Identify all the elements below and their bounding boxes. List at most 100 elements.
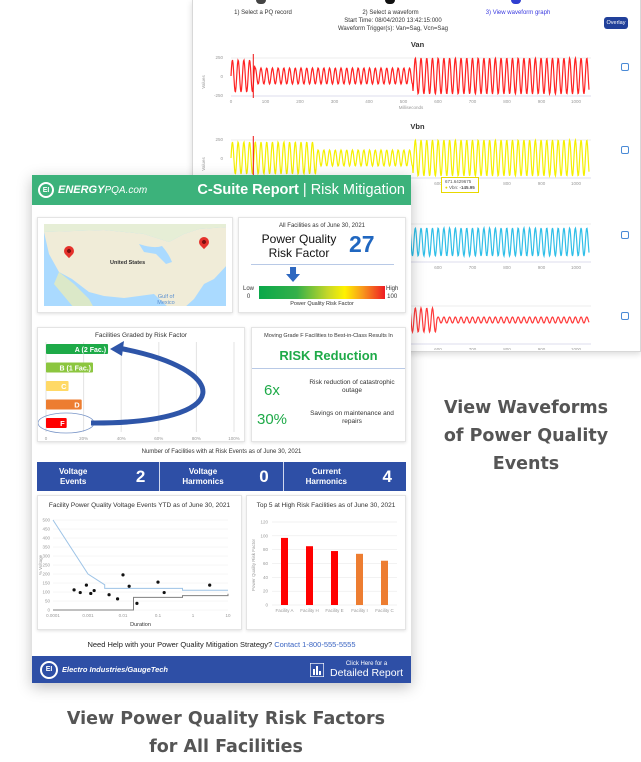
arrow-head-icon — [110, 341, 124, 356]
risk-reduction-card: Moving Grade F Facilities to Best-in-Cla… — [251, 327, 406, 442]
step-view-waveform-graph[interactable]: 3) View waveform graph — [468, 10, 568, 16]
at-risk-title: Number of Facilities with at Risk Events… — [141, 449, 302, 455]
at-risk-summary-bar: Voltage Events 2 Voltage Harmonics 0 Current… — [37, 462, 406, 491]
van-waveform-graph: 250 0 -250 Values 0 100 200 300 400 500 600 700 800 9… — [201, 54, 591, 110]
x-tick-label: 800 — [503, 99, 511, 104]
voltage-events-cell[interactable]: Voltage Events 2 — [37, 462, 161, 491]
y-tick-label: 100 — [42, 590, 50, 595]
x-tick-label: 0 — [45, 436, 48, 441]
y-tick-label: 120 — [260, 520, 268, 525]
y-tick-label: 300 — [42, 554, 50, 559]
divider — [251, 264, 394, 265]
facility-map-card: United States Gulf of Mexico — [37, 217, 233, 313]
x-tick-label: 1000 — [571, 181, 582, 186]
voltage-events-chart-card: Facility Power Quality Voltage Events YT… — [37, 495, 242, 630]
start-time: Start Time: 08/04/2020 13:42:15:000 — [344, 18, 442, 24]
event-point — [127, 584, 131, 588]
grades-chart-card: Facilities Graded by Risk Factor 0 20% 40%… — [37, 327, 245, 442]
top5-chart-card: Top 5 at High Risk Facilities as of June… — [246, 495, 406, 630]
y-tick-label: 150 — [42, 581, 50, 586]
contact-link[interactable]: Contact 1-800-555-5555 — [274, 640, 355, 649]
x-tick-label: 700 — [469, 265, 477, 270]
overlay-button[interactable]: Overlay — [604, 17, 628, 29]
waveform-trace-vcn — [402, 225, 590, 259]
event-point — [121, 573, 125, 577]
y-tick-label: 40 — [263, 575, 269, 580]
y-tick-label: 400 — [42, 536, 50, 541]
risk-factor-label: Power Quality Risk Factor — [261, 232, 337, 260]
vbn-overlay-checkbox[interactable] — [621, 146, 629, 154]
voltage-events-scatter-chart: 0 50 100 150 200 250 300 350 400 450 500 0.0001 0.00… — [38, 518, 231, 629]
event-point — [107, 593, 111, 597]
x-tick-label: 0.001 — [82, 613, 94, 618]
x-axis-label: Milliseconds — [399, 105, 424, 110]
risk-indicator-arrow-icon — [286, 267, 301, 282]
x-tick-label: 200 — [296, 99, 304, 104]
waveform-trace-ia — [402, 305, 590, 335]
scale-low-label: Low 0 — [243, 286, 255, 300]
bar-facility-h — [306, 546, 313, 605]
x-tick-label: 900 — [538, 265, 546, 270]
facility-map[interactable]: United States Gulf of Mexico — [44, 224, 226, 306]
y-tick-label: 0 — [265, 603, 268, 608]
x-tick-label: 100 — [262, 99, 270, 104]
stat-30pct-text: Savings on maintenance and repairs — [310, 410, 394, 425]
step-select-pq-record[interactable]: 1) Select a PQ record — [218, 10, 308, 16]
map-gulf-label: Gulf of Mexico — [157, 294, 175, 306]
grades-chart-title: Facilities Graded by Risk Factor — [94, 332, 188, 339]
event-point — [92, 588, 96, 593]
y-tick-label: 500 — [42, 518, 50, 523]
stat-30pct-value: 30% — [257, 411, 288, 428]
voltage-harmonics-cell[interactable]: Voltage Harmonics 0 — [160, 462, 284, 491]
vcn-overlay-checkbox[interactable] — [621, 231, 629, 239]
down-arrow-icon — [286, 267, 301, 282]
x-tick-label: 700 — [469, 99, 477, 104]
x-tick-label: 600 — [434, 265, 442, 270]
report-chart-icon — [310, 662, 325, 677]
current-harmonics-cell[interactable]: Current Harmonics 4 — [284, 462, 406, 491]
x-tick-label: 10 — [225, 613, 231, 618]
eig-logo-icon: EI — [40, 660, 58, 679]
x-tick-label: Facility I — [351, 608, 368, 613]
scale-high-label: High 100 — [386, 286, 399, 300]
top5-chart-title: Top 5 at High Risk Facilities as of June… — [256, 502, 396, 509]
grade-label-f: F — [60, 419, 65, 428]
y-tick-label: 0 — [47, 608, 50, 613]
stat-6x-value: 6x — [264, 382, 280, 399]
x-tick-label: 1000 — [571, 99, 582, 104]
current-harmonics-count: 4 — [382, 466, 392, 486]
y-tick-label: 450 — [42, 527, 50, 532]
x-tick-label: 1000 — [571, 347, 582, 350]
step-select-waveform[interactable]: 2) Select a waveform — [343, 10, 438, 16]
y-tick-label: 20 — [263, 589, 269, 594]
x-tick-label: 1 — [192, 613, 195, 618]
x-tick-label: 100% — [228, 436, 240, 441]
grades-bar-chart: 0 20% 40% 60% 80% 100% A (2 Fac.) B (1 Fac.) C DF — [38, 341, 240, 441]
energypqa-logo: EI ENERGY PQA.com — [38, 182, 147, 198]
y-tick-label: 250 — [42, 563, 50, 568]
y-tick-label: 250 — [215, 137, 223, 142]
limit-line — [53, 593, 229, 611]
y-axis-label: Power Quality Risk Factor — [251, 538, 256, 591]
y-axis-label: % Voltage — [38, 554, 43, 575]
detailed-report-button[interactable]: Click Here for a Detailed Report — [310, 661, 403, 679]
ia-overlay-checkbox[interactable] — [621, 312, 629, 320]
divider — [252, 368, 405, 369]
waveform-icon — [385, 0, 395, 4]
event-point — [208, 583, 212, 587]
waveforms-caption: View Waveforms of Power Quality Events — [443, 398, 609, 474]
eig-logo-icon: EI — [38, 182, 54, 198]
y-tick-label: 350 — [42, 545, 50, 550]
x-tick-label: Facility A — [275, 608, 293, 613]
x-tick-label: 20% — [79, 436, 88, 441]
top5-bar-chart: 0 20 40 60 80 100 120 Power Quality Risk Factor… — [251, 520, 397, 613]
van-overlay-checkbox[interactable] — [621, 63, 629, 71]
y-axis-label: Values — [201, 75, 206, 89]
y-tick-label: 50 — [45, 599, 51, 604]
risk-factor-value: 27 — [349, 231, 375, 257]
y-tick-label: 0 — [220, 156, 223, 161]
help-line: Need Help with your Power Quality Mitiga… — [87, 640, 356, 649]
x-tick-label: 800 — [503, 347, 511, 350]
x-tick-label: 900 — [538, 181, 546, 186]
x-tick-label: Facility E — [325, 608, 343, 613]
